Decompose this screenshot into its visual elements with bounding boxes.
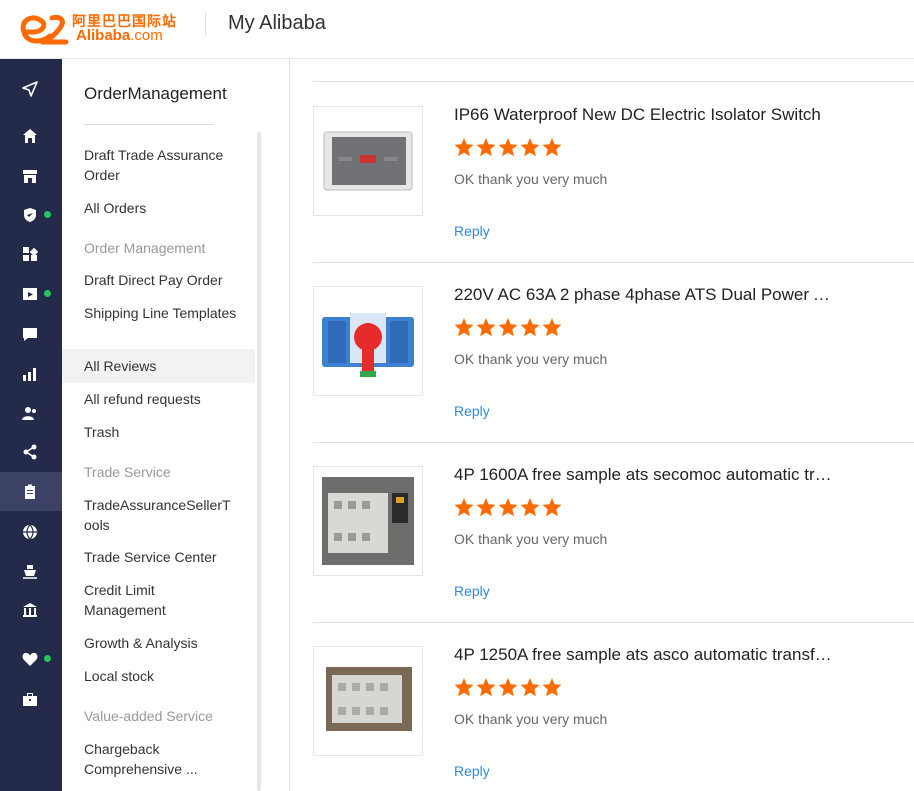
chat-icon[interactable] [0, 314, 62, 353]
share-icon[interactable] [0, 432, 62, 471]
product-thumbnail[interactable] [313, 646, 423, 756]
star-icon [498, 138, 518, 157]
sidebar-item-all-orders[interactable]: All Orders [62, 198, 255, 218]
star-icon [542, 138, 562, 157]
users-icon[interactable] [0, 393, 62, 432]
sidebar-item-growth-analysis[interactable]: Growth & Analysis [62, 633, 255, 653]
status-dot [44, 211, 51, 218]
review-text: OK thank you very much [454, 711, 608, 727]
rating-stars [454, 138, 562, 157]
star-icon [520, 138, 540, 157]
rating-stars [454, 318, 562, 337]
star-icon [520, 678, 540, 697]
clipboard-icon[interactable] [0, 472, 62, 511]
reply-link[interactable]: Reply [454, 403, 490, 419]
video-icon[interactable] [0, 274, 62, 313]
sidebar-scrollbar[interactable] [257, 132, 261, 791]
order-management-sidebar: OrderManagement Draft Trade Assurance Or… [62, 59, 263, 791]
heart-icon[interactable] [0, 639, 62, 678]
logo-english-text: Alibaba.com [76, 27, 163, 44]
sidebar-item-trade-assurance-seller-tools[interactable]: TradeAssuranceSellerTools [62, 495, 232, 535]
list-top-divider [313, 81, 914, 82]
top-header: 阿里巴巴国际站 Alibaba.com My Alibaba [0, 0, 914, 59]
reply-link[interactable]: Reply [454, 763, 490, 779]
reply-link[interactable]: Reply [454, 583, 490, 599]
star-icon [476, 678, 496, 697]
isolator-switch-image [323, 131, 413, 191]
star-icon [454, 138, 474, 157]
star-icon [520, 498, 540, 517]
header-divider [205, 12, 206, 36]
review-product-title[interactable]: 4P 1250A free sample ats asco automatic … [454, 645, 834, 665]
sidebar-group-trade-service: Trade Service [84, 464, 171, 480]
review-text: OK thank you very much [454, 351, 608, 367]
star-icon [454, 678, 474, 697]
sidebar-item-trash[interactable]: Trash [62, 422, 255, 442]
transfer-switch-image [322, 477, 414, 565]
chart-icon[interactable] [0, 354, 62, 393]
grid-icon[interactable] [0, 234, 62, 273]
ats-switch-image [322, 313, 414, 377]
star-icon [498, 678, 518, 697]
review-text: OK thank you very much [454, 171, 608, 187]
reply-link[interactable]: Reply [454, 223, 490, 239]
review-product-title[interactable]: IP66 Waterproof New DC Electric Isolator… [454, 105, 834, 125]
sidebar-item-all-refund-requests[interactable]: All refund requests [62, 389, 255, 409]
transfer-switch-box-image [326, 667, 412, 731]
star-icon [454, 498, 474, 517]
review-product-title[interactable]: 220V AC 63A 2 phase 4phase ATS Dual Powe… [454, 285, 834, 305]
product-thumbnail[interactable] [313, 286, 423, 396]
bank-icon[interactable] [0, 590, 62, 629]
review-item: 4P 1250A free sample ats asco automatic … [313, 623, 914, 791]
sidebar-item-draft-trade-assurance-order[interactable]: Draft Trade Assurance Order [62, 145, 255, 185]
sidebar-group-order-management: Order Management [84, 240, 206, 256]
sidebar-item-local-stock[interactable]: Local stock [62, 666, 255, 686]
star-icon [498, 318, 518, 337]
star-icon [498, 498, 518, 517]
store-icon[interactable] [0, 156, 62, 195]
sidebar-item-credit-limit-management[interactable]: Credit Limit Management [62, 580, 212, 620]
briefcase-icon[interactable] [0, 679, 62, 718]
product-thumbnail[interactable] [313, 106, 423, 216]
reviews-list: IP66 Waterproof New DC Electric Isolator… [290, 59, 914, 791]
globe-icon[interactable] [0, 512, 62, 551]
review-product-title[interactable]: 4P 1600A free sample ats secomoc automat… [454, 465, 834, 485]
sidebar-item-shipping-line-templates[interactable]: Shipping Line Templates [62, 303, 255, 323]
send-icon[interactable] [0, 69, 62, 108]
icon-rail [0, 59, 62, 791]
rating-stars [454, 678, 562, 697]
home-icon[interactable] [0, 116, 62, 155]
star-icon [520, 318, 540, 337]
review-item: IP66 Waterproof New DC Electric Isolator… [313, 83, 914, 263]
alibaba-e-logo-icon [20, 15, 69, 45]
ship-icon[interactable] [0, 551, 62, 590]
review-item: 220V AC 63A 2 phase 4phase ATS Dual Powe… [313, 263, 914, 443]
sidebar-item-draft-direct-pay-order[interactable]: Draft Direct Pay Order [62, 270, 255, 290]
star-icon [476, 318, 496, 337]
sidebar-group-value-added-service: Value-added Service [84, 708, 213, 724]
sidebar-item-chargeback-comprehensive[interactable]: Chargeback Comprehensive ... [62, 739, 202, 779]
product-thumbnail[interactable] [313, 466, 423, 576]
sidebar-item-trade-service-center[interactable]: Trade Service Center [62, 547, 255, 567]
status-dot [44, 655, 51, 662]
alibaba-logo[interactable]: 阿里巴巴国际站 Alibaba.com [16, 8, 186, 48]
sidebar-divider [84, 124, 214, 125]
review-item: 4P 1600A free sample ats secomoc automat… [313, 443, 914, 623]
shield-icon[interactable] [0, 195, 62, 234]
star-icon [542, 498, 562, 517]
sidebar-title: OrderManagement [84, 84, 227, 103]
star-icon [476, 498, 496, 517]
status-dot [44, 290, 51, 297]
star-icon [542, 318, 562, 337]
review-text: OK thank you very much [454, 531, 608, 547]
page-title: My Alibaba [228, 12, 326, 34]
star-icon [542, 678, 562, 697]
rating-stars [454, 498, 562, 517]
star-icon [476, 138, 496, 157]
sidebar-item-all-reviews[interactable]: All Reviews [62, 349, 255, 383]
star-icon [454, 318, 474, 337]
